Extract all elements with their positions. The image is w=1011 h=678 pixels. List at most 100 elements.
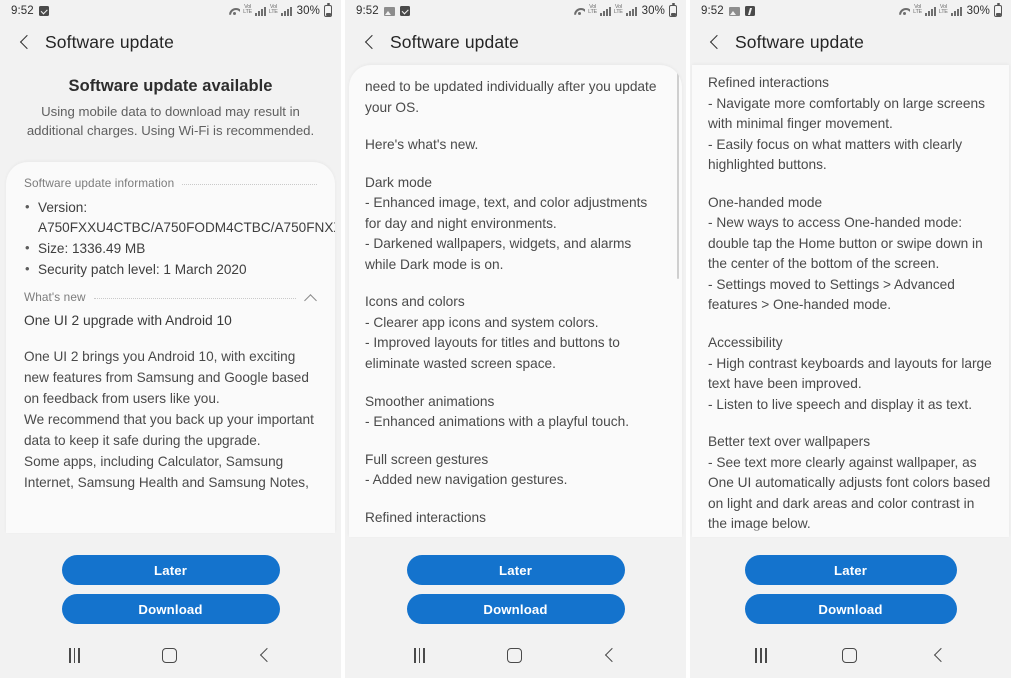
battery-percent: 30% — [966, 5, 990, 17]
note-line: - Settings moved to Settings > Advanced … — [708, 276, 955, 313]
intro-text: Here's what's new. — [365, 137, 479, 153]
release-notes-card[interactable]: Refined interactions - Navigate more com… — [692, 65, 1009, 537]
sim1-signal-icon — [599, 6, 611, 16]
dotted-divider — [93, 297, 296, 299]
sim2-volte-icon: Vol LTE — [613, 4, 623, 15]
vertical-scrollbar[interactable] — [676, 71, 679, 279]
gallery-icon — [728, 6, 740, 16]
note-line: - Darkened wallpapers, widgets, and alar… — [365, 236, 632, 272]
download-button[interactable]: Download — [406, 594, 625, 624]
info-section-label: Software update information — [24, 176, 175, 191]
home-icon[interactable] — [841, 647, 857, 663]
note-line: - Clearer app icons and system colors. — [365, 314, 599, 330]
back-arrow-icon[interactable] — [708, 36, 722, 50]
action-buttons: Later Download — [690, 543, 1011, 632]
battery-icon — [669, 3, 677, 17]
back-arrow-icon[interactable] — [18, 36, 32, 50]
dotted-divider — [182, 184, 317, 186]
footer-3: Later Download — [690, 543, 1011, 678]
sim1-volte-icon: Vol LTE — [243, 4, 252, 15]
wifi-icon — [574, 6, 585, 16]
back-icon[interactable] — [932, 648, 946, 662]
recents-icon[interactable] — [68, 647, 81, 663]
system-navigation-bar — [0, 632, 341, 678]
back-arrow-icon[interactable] — [363, 36, 377, 50]
list-item: Security patch level: 1 March 2020 — [24, 260, 317, 280]
download-button[interactable]: Download — [744, 594, 957, 624]
chevron-up-icon[interactable] — [304, 293, 317, 301]
wifi-icon — [899, 6, 910, 16]
app-bar: Software update — [690, 22, 1011, 65]
battery-percent: 30% — [641, 5, 665, 17]
download-button[interactable]: Download — [61, 594, 280, 624]
system-navigation-bar — [690, 632, 1011, 678]
status-bar-right: Vol LTE Vol LTE 30% — [574, 3, 677, 17]
update-info-list: Version: A750FXXU4CTBC/A750FODM4CTBC/A75… — [24, 198, 335, 280]
note-line: - Navigate more comfortably on large scr… — [708, 95, 985, 132]
back-icon[interactable] — [603, 648, 617, 662]
recents-icon[interactable] — [413, 647, 426, 663]
later-button[interactable]: Later — [744, 555, 957, 585]
system-navigation-bar — [345, 632, 686, 678]
later-button[interactable]: Later — [61, 555, 280, 585]
app-bar: Software update — [0, 22, 341, 65]
status-bar-right: Vol LTE Vol LTE 30% — [229, 3, 332, 17]
whats-new-label: What's new — [24, 289, 86, 304]
battery-icon — [324, 3, 332, 17]
hero-section: Software update available Using mobile d… — [0, 65, 341, 163]
screenshot-row: 9:52 Vol LTE Vol LTE 30% Software update S… — [0, 0, 1011, 678]
software-update-information-header: Software update information — [24, 176, 317, 194]
whats-new-header[interactable]: What's new — [24, 290, 317, 308]
checkbox-icon — [399, 6, 410, 16]
note-line: - Enhanced animations with a playful tou… — [365, 414, 630, 430]
action-buttons: Later Download — [345, 543, 686, 632]
flash-icon — [744, 6, 755, 16]
home-icon[interactable] — [506, 647, 522, 663]
note-block: Refined interactions - Navigate more com… — [708, 73, 993, 176]
page-title: Software update — [735, 32, 864, 52]
sim2-volte-icon: Vol LTE — [268, 4, 278, 15]
note-block: Icons and colors - Clearer app icons and… — [365, 292, 666, 374]
battery-icon — [994, 3, 1002, 17]
note-line: - Listen to live speech and display it a… — [708, 396, 973, 412]
release-notes-body: One UI 2 brings you Android 10, with exc… — [24, 349, 314, 490]
release-notes-card[interactable]: need to be updated individually after yo… — [349, 65, 682, 537]
phone-screen-1: 9:52 Vol LTE Vol LTE 30% Software update S… — [0, 0, 341, 678]
sim2-signal-icon — [625, 6, 637, 16]
recents-icon[interactable] — [755, 647, 767, 663]
back-icon[interactable] — [258, 648, 272, 662]
status-bar: 9:52 Vol LTE Vol LTE 30% — [0, 0, 341, 22]
note-heading: Full screen gestures — [365, 451, 489, 467]
hero-subtitle: Using mobile data to download may result… — [26, 104, 315, 138]
status-time: 9:52 — [356, 5, 379, 17]
note-line: - High contrast keyboards and layouts fo… — [708, 355, 992, 392]
checkbox-icon — [38, 6, 49, 16]
note-line: - Added new navigation gestures. — [365, 472, 568, 488]
sim1-signal-icon — [254, 6, 266, 16]
note-heading: Icons and colors — [365, 294, 465, 310]
note-heading: Better text over wallpapers — [708, 434, 871, 450]
note-line: - Improved layouts for titles and button… — [365, 335, 620, 372]
later-button[interactable]: Later — [406, 555, 625, 585]
status-time: 9:52 — [11, 5, 34, 17]
gallery-icon — [383, 6, 395, 16]
list-item: Version: A750FXXU4CTBC/A750FODM4CTBC/A75… — [24, 198, 335, 238]
sim1-volte-icon: Vol LTE — [913, 4, 922, 15]
note-heading: Smoother animations — [365, 393, 495, 409]
page-title: Software update — [390, 32, 519, 52]
action-buttons: Later Download — [0, 543, 341, 632]
note-block: One-handed mode - New ways to access One… — [708, 193, 993, 316]
status-bar-right: Vol LTE Vol LTE 30% — [899, 3, 1002, 17]
note-line: - Enhanced image, text, and color adjust… — [365, 195, 648, 231]
note-block: Refined interactions — [365, 508, 666, 529]
battery-percent: 30% — [296, 5, 320, 17]
app-bar: Software update — [345, 22, 686, 65]
hero-title: Software update available — [68, 77, 273, 95]
page-title: Software update — [45, 32, 174, 52]
phone-screen-2: 9:52 Vol LTE Vol LTE 30% Software update n… — [345, 0, 686, 678]
status-bar-left: 9:52 — [356, 5, 410, 17]
home-icon[interactable] — [161, 647, 177, 663]
sim2-signal-icon — [280, 6, 292, 16]
note-heading: One-handed mode — [708, 194, 823, 210]
status-time: 9:52 — [701, 5, 724, 17]
